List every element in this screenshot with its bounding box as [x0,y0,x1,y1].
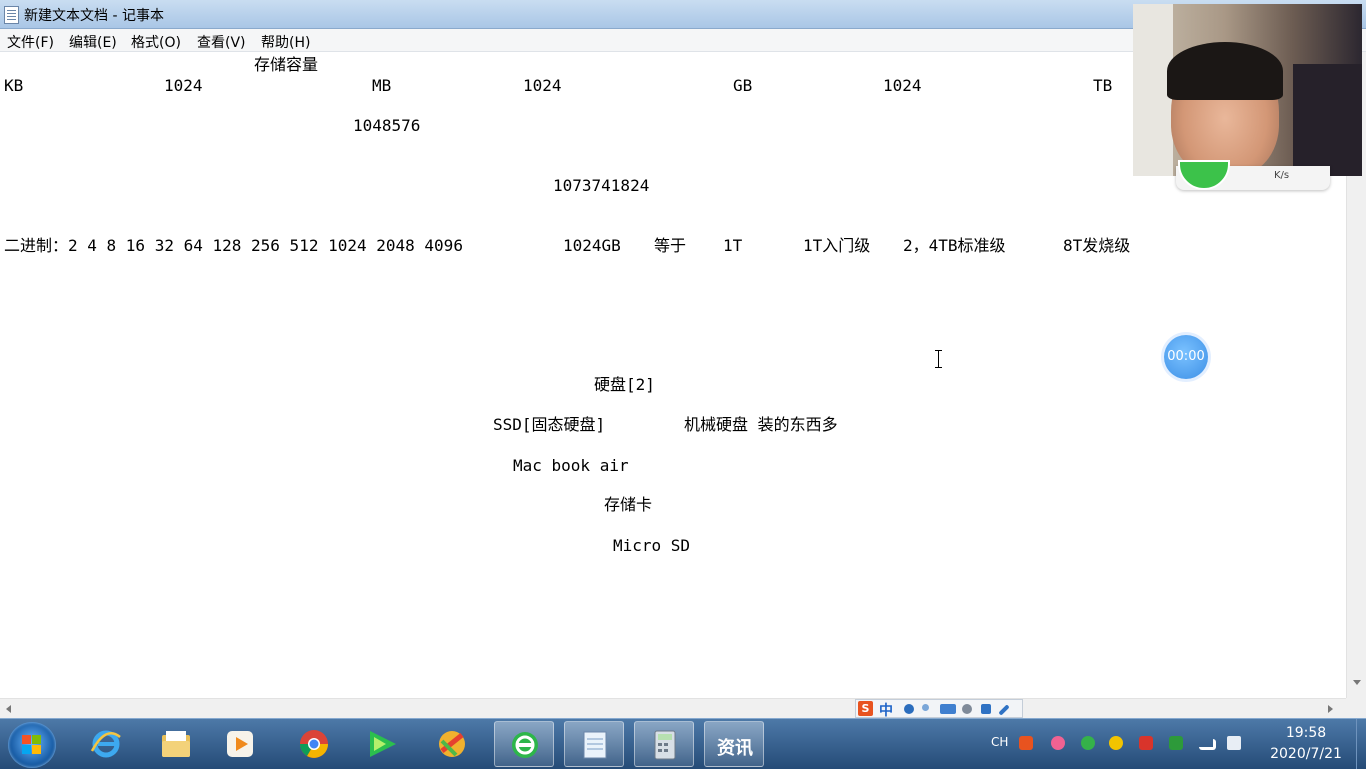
horizontal-scrollbar[interactable] [0,698,1346,719]
webcam-background [1293,64,1362,176]
text-line: 1T入门级 [803,236,871,255]
windows-logo-icon [22,735,42,755]
text-line: 1048576 [353,116,421,135]
signal-icon[interactable] [1199,739,1216,750]
text-line: 1024 [164,76,203,95]
taskbar-360-browser[interactable] [494,721,554,767]
text-line: 1024GB [563,236,621,255]
ime-mode[interactable]: 中 [879,700,893,720]
sogou-icon[interactable]: S [858,701,873,716]
browser-360-icon [512,732,538,758]
scroll-down-icon[interactable] [1353,680,1361,685]
system-tray: CH [985,719,1247,769]
text-line: Micro SD [613,536,691,555]
text-line: 存储卡 [604,495,653,514]
text-line: 2，4TB标准级 [903,236,1006,255]
keyboard-icon[interactable] [940,704,956,714]
scroll-right-icon[interactable] [1328,705,1333,713]
shirt-icon[interactable] [981,704,991,714]
webcam-overlay [1133,4,1362,176]
flower-icon[interactable] [1051,736,1065,750]
taskbar-news[interactable]: 资讯 [704,721,764,767]
taskbar: 资讯 CH 19:58 2020/7/21 [0,718,1366,769]
folder-icon [162,731,190,757]
browser-tray-icon[interactable] [1081,736,1095,750]
menu-edit[interactable]: 编辑(E) [69,32,117,52]
show-desktop-button[interactable] [1356,719,1366,769]
start-button[interactable] [8,722,56,768]
text-line: 等于 [654,236,687,255]
scrollbar-corner [1346,698,1366,718]
calculator-icon [654,730,676,760]
text-line: 8T发烧级 [1063,236,1131,255]
scroll-left-icon[interactable] [6,705,11,713]
menu-file[interactable]: 文件(F) [7,32,54,52]
text-cursor-icon [934,350,943,368]
text-line: 存储容量 [254,55,319,74]
taskbar-chrome[interactable] [284,721,344,767]
text-line: TB [1093,76,1113,95]
menu-help[interactable]: 帮助(H) [261,32,310,52]
text-line: 机械硬盘 装的东西多 [684,415,838,434]
punctuation-icon[interactable] [922,704,929,711]
taskbar-calculator[interactable] [634,721,694,767]
webcam-hair [1167,42,1283,100]
text-line: 二进制：2 4 8 16 32 64 128 256 512 1024 2048… [4,236,463,255]
transfer-rate: K/s [1274,170,1290,181]
taskbar-video-player[interactable] [352,721,412,767]
ime-toolbar[interactable]: S 中 [855,699,1023,720]
text-line: 1T [723,236,743,255]
taskbar-color-app[interactable] [422,721,482,767]
language-indicator[interactable]: CH [991,735,1008,749]
recording-timer[interactable]: 00:00 [1164,335,1208,379]
internet-explorer-icon [90,730,121,758]
text-line: KB [4,76,24,95]
moon-icon[interactable] [904,704,914,714]
notepad-icon [583,731,607,759]
plus-icon[interactable] [1109,736,1123,750]
taskbar-media-player[interactable] [210,721,270,767]
text-line: SSD[固态硬盘] [493,415,606,434]
text-line: Mac book air [513,456,629,475]
shield-icon[interactable] [1169,736,1183,750]
clock-date: 2020/7/21 [1270,746,1342,762]
sogou-tray-icon[interactable] [1019,736,1033,750]
volume-icon[interactable] [1227,736,1241,750]
clock[interactable]: 19:58 2020/7/21 [1258,723,1354,765]
recorder-panel[interactable]: K/s [1176,160,1330,190]
chrome-icon [300,730,328,758]
video-player-icon [370,731,396,757]
taskbar-file-explorer[interactable] [146,721,206,767]
text-line: 1024 [523,76,562,95]
clock-time: 19:58 [1285,725,1327,741]
record-button[interactable] [1178,160,1230,190]
media-player-icon [227,731,253,757]
news-label: 资讯 [717,738,753,759]
menu-format[interactable]: 格式(O) [131,32,181,52]
text-line: 1073741824 [553,176,650,195]
taskbar-internet-explorer[interactable] [76,721,136,767]
text-line: GB [733,76,753,95]
user-icon[interactable] [962,704,972,714]
text-line: 硬盘[2] [594,375,655,394]
taskbar-notepad[interactable] [564,721,624,767]
menu-view[interactable]: 查看(V) [197,32,246,52]
text-line: MB [372,76,392,95]
power-icon[interactable] [1139,736,1153,750]
wrench-icon[interactable] [998,704,1010,716]
notepad-icon [4,6,19,24]
window-title: 新建文本文档 - 记事本 [24,8,164,24]
colorful-app-icon [439,731,465,757]
text-line: 1024 [883,76,922,95]
